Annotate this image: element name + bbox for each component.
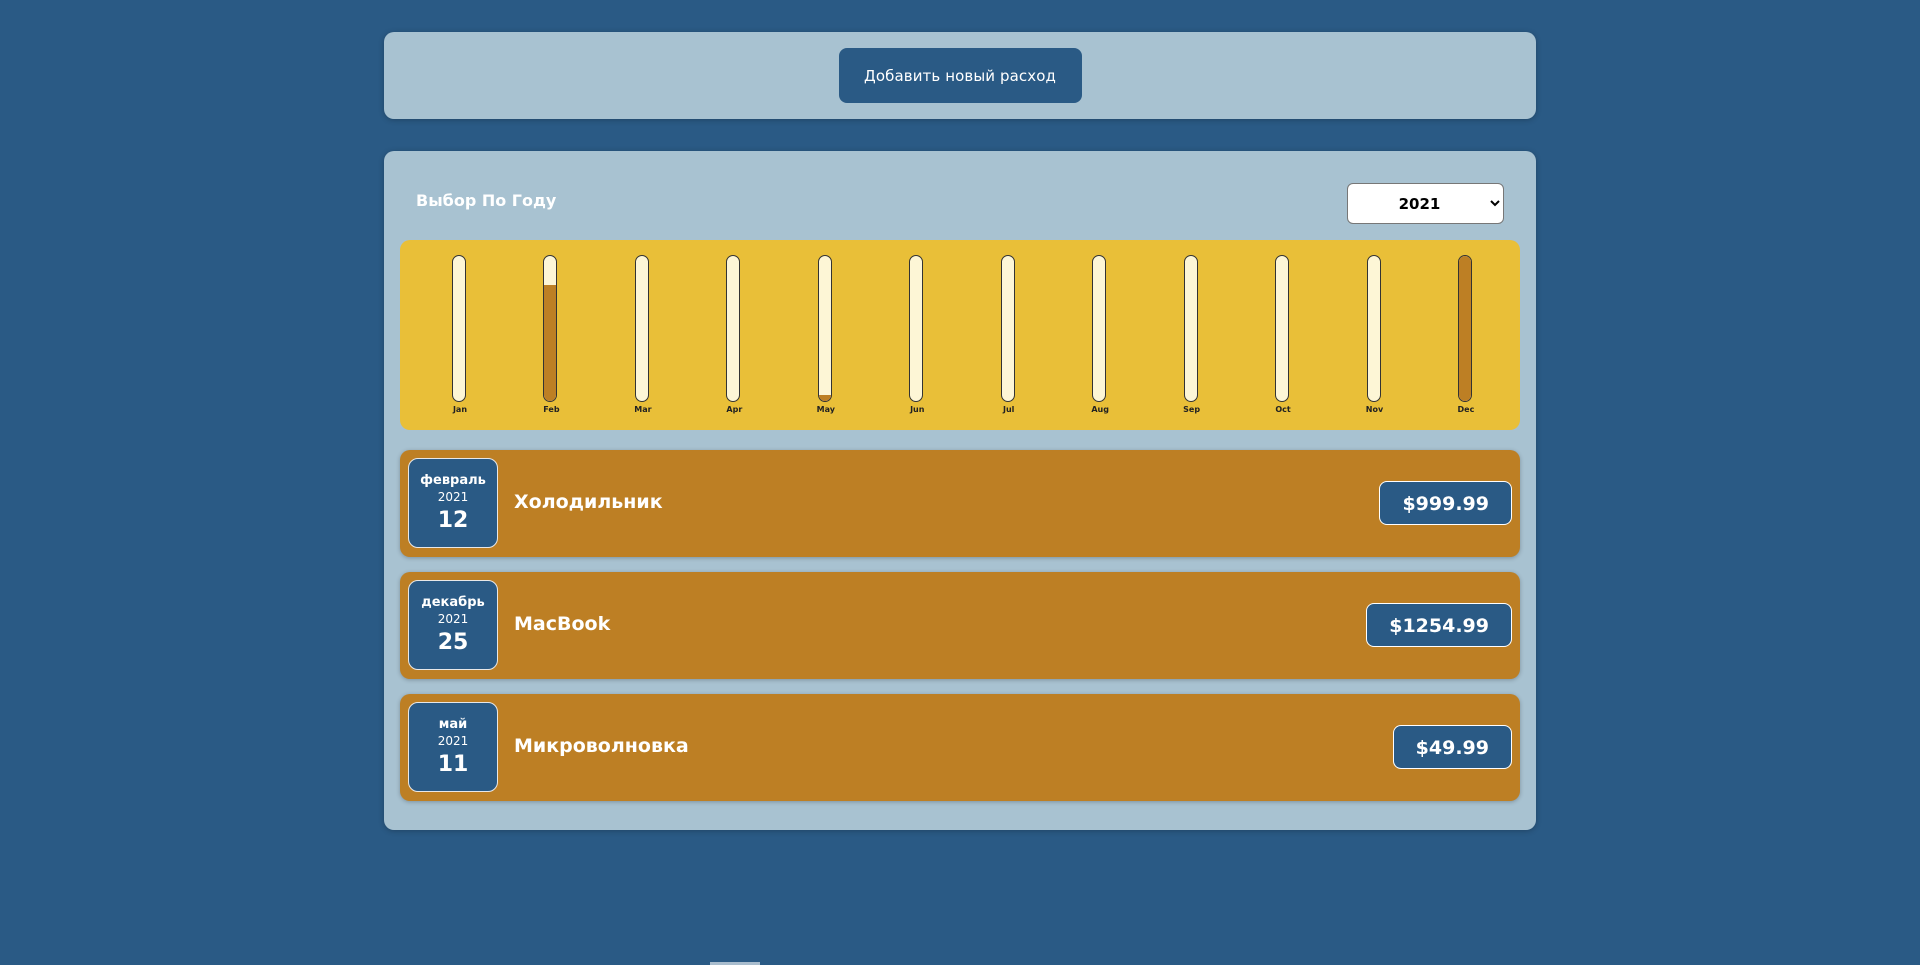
expense-date-day: 11 (437, 752, 469, 777)
expense-date: май 2021 11 (408, 702, 498, 792)
new-expense-panel: Добавить новый расход (384, 32, 1536, 119)
chart-bar-mar: Mar (623, 255, 663, 425)
chart-bar-label: Apr (726, 405, 743, 414)
chart-bar-track (634, 255, 649, 402)
chart-bar-track (543, 255, 558, 402)
chart-bar-sep: Sep (1172, 255, 1212, 425)
chart-bar-track (1183, 255, 1198, 402)
expense-title: Холодильник (514, 491, 663, 513)
expense-title: Микроволновка (514, 735, 689, 757)
expense-amount: $999.99 (1379, 481, 1512, 525)
chart-bar-jun: Jun (897, 255, 937, 425)
chart-bar-track (1092, 255, 1107, 402)
chart-bar-jul: Jul (989, 255, 1029, 425)
chart-bar-track (726, 255, 741, 402)
chart-bar-track (452, 255, 466, 402)
monthly-expenses-chart: Jan Feb Mar Apr May Jun Jul Aug Sep Oct Nov Dec (400, 240, 1520, 430)
chart-bar-feb: Feb (531, 255, 571, 425)
year-filter-label: Выбор По Году (416, 191, 557, 210)
chart-bar-label: Aug (1091, 405, 1109, 414)
expense-amount: $1254.99 (1366, 603, 1512, 647)
chart-bar-label: Feb (543, 405, 560, 414)
chart-bar-label: Oct (1275, 405, 1291, 414)
chart-bar-oct: Oct (1263, 255, 1303, 425)
chart-bar-label: Jul (1002, 405, 1015, 414)
chart-bar-label: May (816, 405, 835, 414)
expense-date-day: 12 (437, 508, 469, 533)
chart-bar-fill (818, 395, 831, 401)
chart-bar-fill (544, 285, 557, 401)
expense-date-month: февраль (420, 473, 486, 488)
chart-bar-aug: Aug (1080, 255, 1120, 425)
expense-date-month: декабрь (421, 595, 485, 610)
year-select[interactable]: 2021 (1347, 183, 1504, 224)
chart-bar-label: Jun (910, 405, 925, 414)
expense-date-year: 2021 (437, 490, 469, 504)
expense-item: май 2021 11 Микроволновка $49.99 (400, 694, 1520, 801)
chart-bar-label: Dec (1457, 405, 1475, 414)
chart-bar-label: Jan (452, 405, 468, 414)
expense-amount: $49.99 (1392, 725, 1512, 769)
chart-bar-label: Sep (1183, 405, 1201, 414)
chart-bar-track (1275, 255, 1290, 402)
expense-date-month: май (438, 717, 468, 732)
expense-item: декабрь 2021 25 MacBook $1254.99 (400, 572, 1520, 679)
expenses-panel: Выбор По Году 2021 Jan Feb Mar Apr May Jun Jul… (384, 151, 1536, 830)
chart-bar-track (1366, 255, 1381, 402)
chart-bar-track (1457, 255, 1472, 402)
expense-date: декабрь 2021 25 (408, 580, 498, 670)
chart-bar-jan: Jan (440, 255, 480, 425)
expense-item: февраль 2021 12 Холодильник $999.99 (400, 450, 1520, 557)
chart-bar-label: Mar (634, 405, 652, 414)
chart-bar-nov: Nov (1355, 255, 1395, 425)
expense-date-year: 2021 (437, 734, 469, 748)
add-expense-button[interactable]: Добавить новый расход (838, 48, 1082, 103)
expense-date-year: 2021 (437, 612, 469, 626)
chart-bar-track (909, 255, 924, 402)
chart-bar-track (817, 255, 832, 402)
chart-bar-may: May (806, 255, 846, 425)
expense-title: MacBook (514, 613, 611, 635)
chart-bar-apr: Apr (714, 255, 754, 425)
chart-bar-track (1000, 255, 1015, 402)
chart-bar-dec: Dec (1446, 255, 1486, 425)
chart-bar-fill (1458, 256, 1471, 401)
expense-date: февраль 2021 12 (408, 458, 498, 548)
expense-date-day: 25 (437, 630, 469, 655)
chart-bar-label: Nov (1365, 405, 1384, 414)
